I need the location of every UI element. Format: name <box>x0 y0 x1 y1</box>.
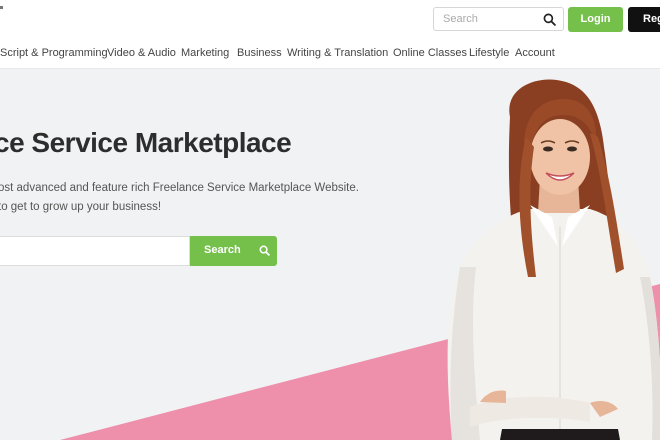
hero-search-button[interactable]: Search <box>190 236 277 266</box>
login-button[interactable]: Login <box>568 7 623 32</box>
nav-item-script-programming[interactable]: Script & Programming <box>0 47 108 59</box>
header-search-input[interactable] <box>434 8 538 30</box>
hero-woman-photo <box>447 79 660 440</box>
hero-search-button-label: Search <box>204 244 241 256</box>
nav-item-writing-translation[interactable]: Writing & Translation <box>287 47 388 59</box>
hero-section: ce Service Marketplace ost advanced and … <box>0 69 660 440</box>
hero-subtitle-line-1: ost advanced and feature rich Freelance … <box>0 182 359 194</box>
hero-subtitle-line-2: to get to grow up your business! <box>0 201 162 213</box>
site-header: Login Register <box>0 0 660 40</box>
search-icon[interactable] <box>543 13 556 26</box>
hero-search-input[interactable] <box>0 236 190 266</box>
nav-item-marketing[interactable]: Marketing <box>181 47 229 59</box>
header-search[interactable] <box>433 7 564 31</box>
search-icon <box>259 245 270 256</box>
nav-item-online-classes[interactable]: Online Classes <box>393 47 467 59</box>
logo[interactable] <box>0 6 3 9</box>
hero-subtitle: ost advanced and feature rich Freelance … <box>0 179 359 217</box>
register-button[interactable]: Register <box>628 7 660 32</box>
nav-item-video-audio[interactable]: Video & Audio <box>107 47 176 59</box>
category-nav: Script & Programming Video & Audio Marke… <box>0 40 660 69</box>
nav-item-business[interactable]: Business <box>237 47 282 59</box>
nav-item-lifestyle[interactable]: Lifestyle <box>469 47 509 59</box>
hero-search: Search <box>0 236 277 266</box>
hero-title: ce Service Marketplace <box>0 127 292 158</box>
nav-item-account[interactable]: Account <box>515 47 555 59</box>
